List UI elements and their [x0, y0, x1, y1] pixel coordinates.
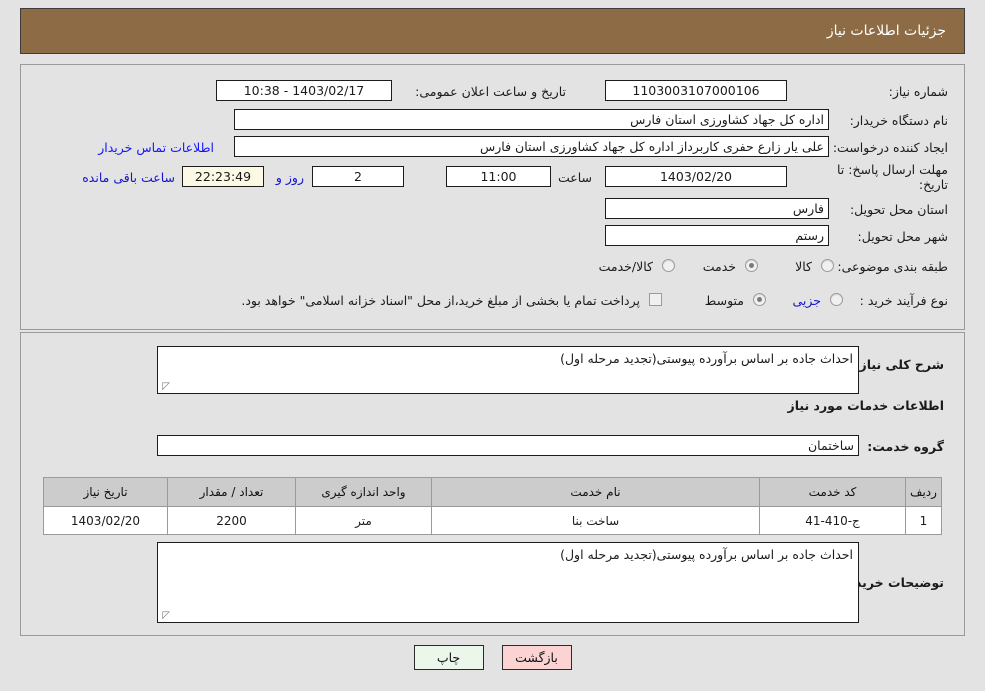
deadline-countdown-field: 22:23:49 — [182, 166, 264, 187]
col-service-name: نام خدمت — [431, 477, 760, 507]
col-row-no: ردیف — [905, 477, 942, 507]
services-heading: اطلاعات خدمات مورد نیاز — [787, 398, 945, 413]
delivery-city-label: شهر محل تحویل: — [857, 229, 948, 244]
general-description-textarea[interactable]: احداث جاده بر اساس برآورده پیوستی(تجدید … — [157, 346, 859, 394]
general-description-value: احداث جاده بر اساس برآورده پیوستی(تجدید … — [560, 351, 853, 366]
radio-process-motavaset[interactable] — [753, 293, 766, 306]
radio-process-motavaset-label: متوسط — [704, 293, 744, 308]
service-group-field[interactable]: ساختمان — [157, 435, 859, 456]
request-creator-field[interactable]: علی یار زارع حفری کاربرداز اداره کل جهاد… — [234, 136, 829, 157]
cell-service-code: ج-410-41 — [759, 506, 906, 535]
table-row[interactable]: 1 ج-410-41 ساخت بنا متر 2200 1403/02/20 — [43, 506, 942, 535]
subject-category-label: طبقه بندی موضوعی: — [837, 259, 948, 274]
col-quantity: تعداد / مقدار — [167, 477, 296, 507]
radio-subject-kala[interactable] — [821, 259, 834, 272]
cell-service-name: ساخت بنا — [431, 506, 760, 535]
col-need-date: تاریخ نیاز — [43, 477, 168, 507]
table-header-row: ردیف کد خدمت نام خدمت واحد اندازه گیری ت… — [43, 477, 942, 507]
back-button[interactable]: بازگشت — [501, 645, 572, 670]
delivery-province-label: استان محل تحویل: — [849, 202, 948, 217]
delivery-province-field[interactable]: فارس — [605, 198, 829, 219]
buyer-org-label: نام دستگاه خریدار: — [849, 113, 948, 128]
deadline-days-label: روز و — [275, 170, 304, 185]
resize-grip-icon[interactable]: ◸ — [160, 382, 170, 392]
print-button[interactable]: چاپ — [413, 645, 484, 670]
cell-need-date: 1403/02/20 — [43, 506, 168, 535]
deadline-time-field[interactable]: 11:00 — [446, 166, 551, 187]
resize-grip-icon-2[interactable]: ◸ — [160, 611, 170, 621]
cell-unit: متر — [295, 506, 432, 535]
need-number-label: شماره نیاز: — [888, 84, 948, 99]
treasury-note-text: پرداخت تمام یا بخشی از مبلغ خرید،از محل … — [241, 293, 640, 308]
delivery-city-field[interactable]: رستم — [605, 225, 829, 246]
deadline-date-field[interactable]: 1403/02/20 — [605, 166, 787, 187]
announce-datetime-label: تاریخ و ساعت اعلان عمومی: — [415, 84, 566, 99]
request-creator-label: ایجاد کننده درخواست: — [832, 140, 948, 155]
need-summary-panel: شماره نیاز: 1103003107000106 تاریخ و ساع… — [20, 64, 965, 330]
cell-quantity: 2200 — [167, 506, 296, 535]
cell-row-no: 1 — [905, 506, 942, 535]
page-title: جزئیات اطلاعات نیاز — [826, 23, 946, 39]
radio-subject-kala-khedmat[interactable] — [662, 259, 675, 272]
general-description-label: شرح کلی نیاز: — [854, 357, 944, 372]
footer-button-row: بازگشت چاپ — [0, 645, 985, 670]
service-group-label: گروه خدمت: — [867, 439, 944, 454]
radio-subject-khedmat-label: خدمت — [702, 259, 736, 274]
radio-subject-kala-label: کالا — [795, 259, 812, 274]
window-title-bar: جزئیات اطلاعات نیاز — [20, 8, 965, 54]
buyer-org-field[interactable]: اداره کل جهاد کشاورزی استان فارس — [234, 109, 829, 130]
radio-subject-khedmat[interactable] — [745, 259, 758, 272]
col-unit: واحد اندازه گیری — [295, 477, 432, 507]
buyer-contact-link[interactable]: اطلاعات تماس خریدار — [98, 140, 214, 155]
radio-process-jozi-label: جزیی — [792, 293, 821, 308]
services-table: ردیف کد خدمت نام خدمت واحد اندازه گیری ت… — [43, 477, 942, 535]
deadline-countdown-label: ساعت باقی مانده — [82, 170, 175, 185]
announce-datetime-field[interactable]: 1403/02/17 - 10:38 — [216, 80, 392, 101]
buyer-notes-textarea[interactable]: احداث جاده بر اساس برآورده پیوستی(تجدید … — [157, 542, 859, 623]
deadline-time-label: ساعت — [557, 170, 592, 185]
page-root: AnaTender.net جزئیات اطلاعات نیاز شماره … — [0, 0, 985, 691]
need-number-field[interactable]: 1103003107000106 — [605, 80, 787, 101]
radio-subject-kala-khedmat-label: کالا/خدمت — [598, 259, 653, 274]
col-service-code: کد خدمت — [759, 477, 906, 507]
treasury-note-checkbox[interactable] — [649, 293, 662, 306]
deadline-label: مهلت ارسال پاسخ: تا تاریخ: — [837, 162, 948, 192]
radio-process-jozi[interactable] — [830, 293, 843, 306]
buyer-notes-value: احداث جاده بر اساس برآورده پیوستی(تجدید … — [560, 547, 853, 562]
purchase-process-label: نوع فرآیند خرید : — [859, 293, 948, 308]
deadline-days-field[interactable]: 2 — [312, 166, 404, 187]
